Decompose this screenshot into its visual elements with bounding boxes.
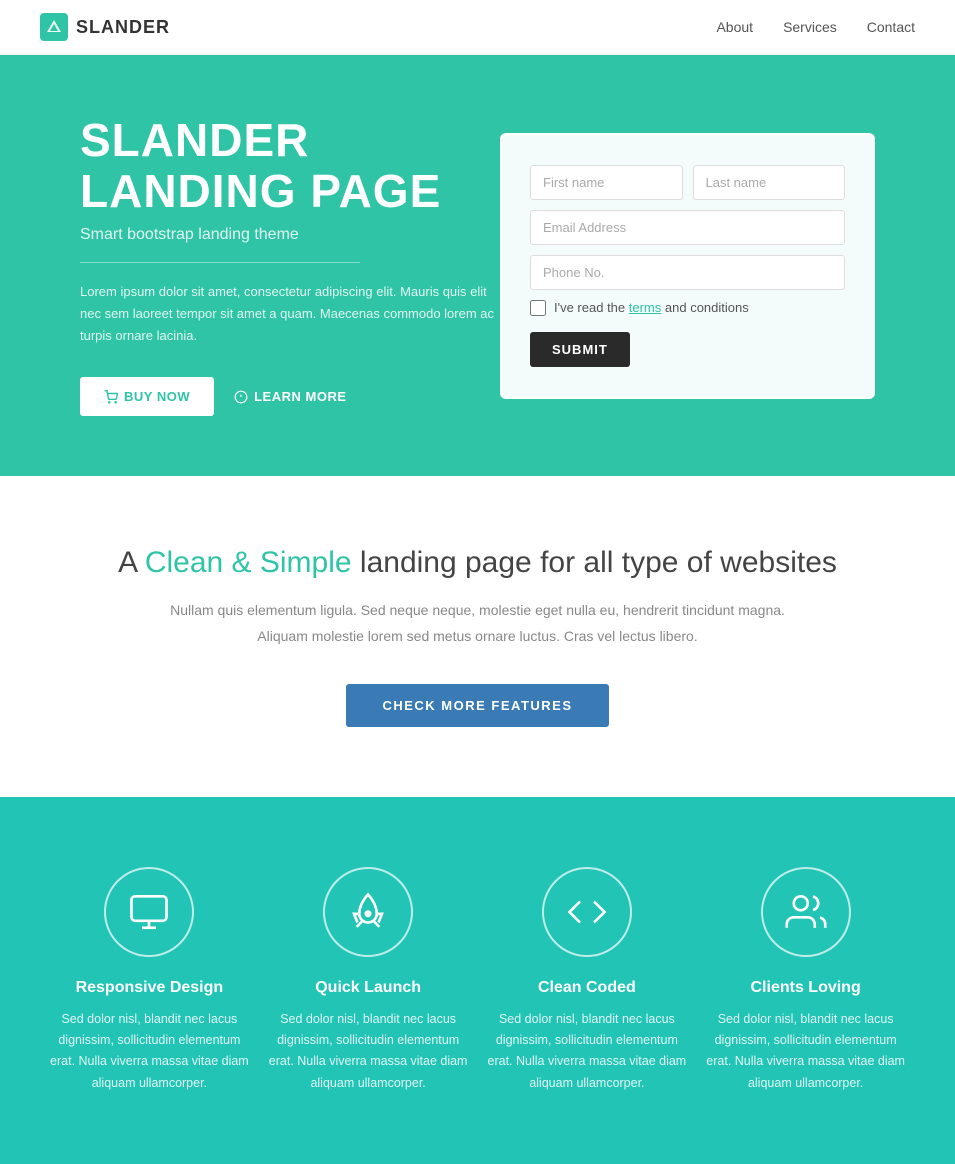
- feature-coded: Clean Coded Sed dolor nisl, blandit nec …: [487, 867, 687, 1094]
- first-name-input[interactable]: [530, 165, 683, 200]
- nav-about[interactable]: About: [716, 19, 753, 35]
- logo-area: SLANDER: [40, 13, 170, 41]
- logo-icon: [40, 13, 68, 41]
- main-nav: About Services Contact: [716, 19, 915, 35]
- email-input[interactable]: [530, 210, 845, 245]
- hero-subtitle: Smart bootstrap landing theme: [80, 226, 500, 244]
- features-section: Responsive Design Sed dolor nisl, blandi…: [0, 797, 955, 1164]
- monitor-icon: [128, 891, 170, 933]
- hero-content: SLANDER LANDING PAGE Smart bootstrap lan…: [80, 115, 500, 416]
- phone-row: [530, 255, 845, 290]
- hero-title: SLANDER LANDING PAGE: [80, 115, 500, 216]
- middle-title: A Clean & Simple landing page for all ty…: [40, 546, 915, 580]
- middle-body: Nullam quis elementum ligula. Sed neque …: [40, 598, 915, 648]
- hero-section: SLANDER LANDING PAGE Smart bootstrap lan…: [0, 55, 955, 476]
- nav-services[interactable]: Services: [783, 19, 837, 35]
- hero-divider: [80, 262, 360, 263]
- nav-contact[interactable]: Contact: [867, 19, 915, 35]
- submit-button[interactable]: SUBMIT: [530, 332, 630, 367]
- terms-link[interactable]: terms: [629, 300, 662, 315]
- coded-body: Sed dolor nisl, blandit nec lacus dignis…: [487, 1009, 687, 1094]
- signup-form: I've read the terms and conditions SUBMI…: [500, 133, 875, 399]
- learn-more-button[interactable]: LEARN MORE: [234, 389, 346, 404]
- coded-title: Clean Coded: [487, 979, 687, 997]
- launch-body: Sed dolor nisl, blandit nec lacus dignis…: [268, 1009, 468, 1094]
- users-icon: [785, 891, 827, 933]
- clients-body: Sed dolor nisl, blandit nec lacus dignis…: [706, 1009, 906, 1094]
- feature-clients: Clients Loving Sed dolor nisl, blandit n…: [706, 867, 906, 1094]
- terms-checkbox[interactable]: [530, 300, 546, 316]
- responsive-icon-wrap: [104, 867, 194, 957]
- code-icon-wrap: [542, 867, 632, 957]
- feature-launch: Quick Launch Sed dolor nisl, blandit nec…: [268, 867, 468, 1094]
- hero-body: Lorem ipsum dolor sit amet, consectetur …: [80, 281, 500, 347]
- phone-input[interactable]: [530, 255, 845, 290]
- launch-title: Quick Launch: [268, 979, 468, 997]
- name-row: [530, 165, 845, 200]
- buy-now-button[interactable]: BUY NOW: [80, 377, 214, 416]
- rocket-icon: [347, 891, 389, 933]
- responsive-title: Responsive Design: [49, 979, 249, 997]
- responsive-body: Sed dolor nisl, blandit nec lacus dignis…: [49, 1009, 249, 1094]
- rocket-icon-wrap: [323, 867, 413, 957]
- code-icon: [566, 891, 608, 933]
- header: SLANDER About Services Contact: [0, 0, 955, 55]
- check-features-button[interactable]: CHECK MORE FEATURES: [346, 684, 608, 727]
- hero-buttons: BUY NOW LEARN MORE: [80, 377, 500, 416]
- terms-check: I've read the terms and conditions: [530, 300, 845, 316]
- logo-text: SLANDER: [76, 17, 170, 38]
- last-name-input[interactable]: [693, 165, 846, 200]
- feature-responsive: Responsive Design Sed dolor nisl, blandi…: [49, 867, 249, 1094]
- users-icon-wrap: [761, 867, 851, 957]
- email-row: [530, 210, 845, 245]
- clients-title: Clients Loving: [706, 979, 906, 997]
- middle-section: A Clean & Simple landing page for all ty…: [0, 476, 955, 796]
